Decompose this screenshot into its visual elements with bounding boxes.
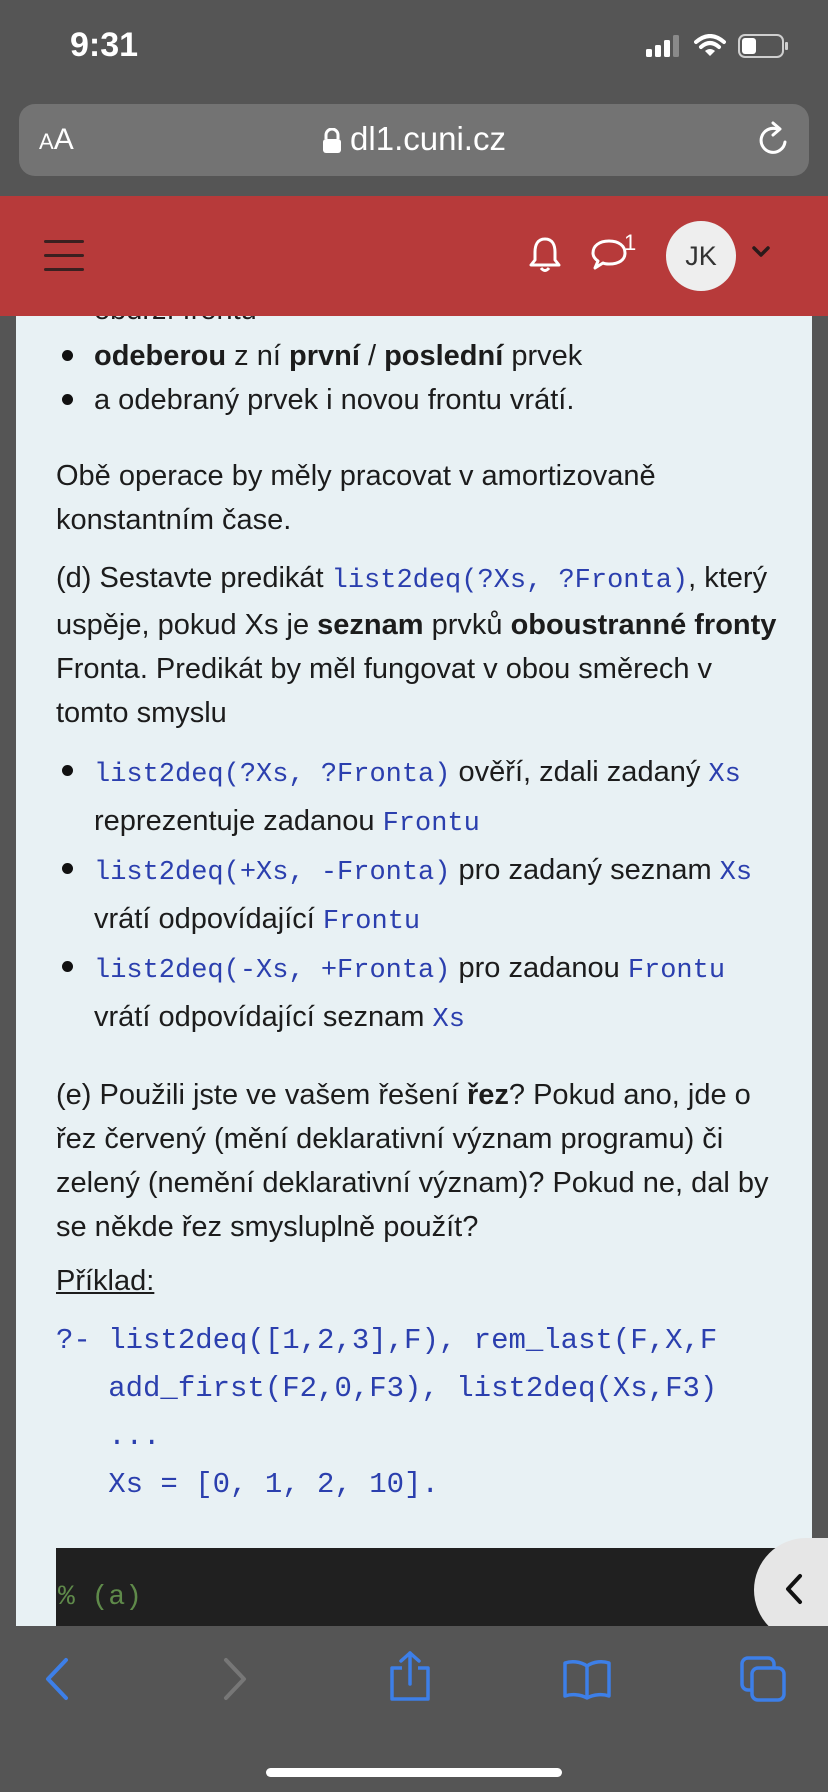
list-item: odeberou z ní první / poslední prvek (56, 334, 786, 378)
home-indicator (266, 1768, 562, 1777)
back-icon[interactable] (42, 1656, 72, 1702)
bold-text: poslední (384, 340, 504, 372)
inline-code: list2deq(?Xs, ?Fronta) (94, 760, 451, 790)
text: vrátí odpovídající (94, 903, 323, 935)
chevron-left-icon (786, 1574, 802, 1604)
page-content: obdrží frontu odeberou z ní první / posl… (16, 316, 812, 1626)
status-time: 9:31 (70, 26, 139, 64)
bold-text: seznam (317, 609, 424, 641)
assignment-text: obdrží frontu odeberou z ní první / posl… (56, 316, 786, 1509)
bell-icon[interactable] (528, 236, 562, 274)
text: pro zadaný seznam (450, 854, 720, 886)
site-header: 1 JK (0, 196, 828, 316)
text: vrátí odpovídající seznam (94, 1001, 433, 1033)
signal-icon (646, 35, 679, 57)
lock-icon (323, 128, 342, 154)
list-item: list2deq(?Xs, ?Fronta) ověří, zdali zada… (56, 749, 786, 847)
battery-icon (738, 34, 788, 58)
code-line: Xs = [0, 1, 2, 10]. (56, 1468, 439, 1501)
paragraph-amortized: Obě operace by měly pracovat v amortizov… (56, 460, 656, 536)
inline-code: list2deq(?Xs, ?Fronta) (331, 566, 689, 596)
text: (d) Sestavte predikát (56, 562, 332, 594)
paragraph-task-d: (d) Sestavte predikát list2deq(?Xs, ?Fro… (56, 556, 786, 735)
inline-code: list2deq(+Xs, -Fronta) (94, 858, 451, 888)
bold-text: odeberou (94, 340, 227, 372)
bold-text: oboustranné fronty (510, 609, 777, 641)
text: pro zadanou (450, 952, 628, 984)
bookmarks-icon[interactable] (562, 1658, 612, 1700)
inline-code: Frontu (627, 956, 726, 986)
inline-code: Frontu (322, 907, 421, 937)
list-item: list2deq(-Xs, +Fronta) pro zadanou Front… (56, 945, 786, 1043)
browser-toolbar (0, 1626, 828, 1792)
address-bar[interactable]: AA dl1.cuni.cz (19, 104, 809, 176)
example-code-block: ?- list2deq([1,2,3],F), rem_last(F,X,F a… (56, 1317, 786, 1509)
chat-icon[interactable] (590, 236, 628, 272)
system-icons (646, 34, 790, 58)
inline-code: Xs (719, 858, 753, 888)
text: (e) Použili jste ve vašem řešení (56, 1079, 467, 1111)
url-domain: dl1.cuni.cz (350, 120, 506, 157)
list-item: a odebraný prvek i novou frontu vrátí. (56, 378, 786, 422)
text: / (359, 340, 385, 372)
url-domain-container: dl1.cuni.cz (19, 120, 809, 158)
code-line: ?- list2deq([1,2,3],F), rem_last(F,X,F (56, 1324, 718, 1357)
text: prvků (423, 609, 511, 641)
inline-code: Xs (432, 1005, 465, 1035)
text: Fronta. Predikát by měl fungovat v obou … (56, 653, 713, 729)
status-bar: 9:31 (0, 0, 828, 98)
solution-code-block: % (a) (56, 1548, 776, 1626)
code-comment: % (a) (58, 1582, 143, 1613)
wifi-icon (694, 34, 726, 56)
example-label: Příklad: (56, 1259, 786, 1303)
text: reprezentuje zadanou (94, 805, 383, 837)
text: a odebraný prvek i novou frontu vrátí. (94, 384, 575, 416)
chevron-down-icon[interactable] (752, 246, 770, 258)
bold-text: řez (466, 1079, 509, 1111)
operations-list: odeberou z ní první / poslední prvek a o… (56, 334, 786, 422)
code-line: ... (56, 1420, 161, 1453)
partial-list-item: obdrží frontu (56, 316, 786, 334)
inline-code: Frontu (382, 809, 480, 839)
text: ověří, zdali zadaný (450, 756, 709, 788)
share-icon[interactable] (388, 1650, 432, 1702)
code-line: add_first(F2,0,F3), list2deq(Xs,F3) (56, 1372, 718, 1405)
reload-icon[interactable] (755, 120, 791, 158)
paragraph-task-e: (e) Použili jste ve vašem řešení řez? Po… (56, 1073, 786, 1249)
menu-icon[interactable] (44, 240, 84, 282)
text: z ní (226, 340, 289, 372)
inline-code: list2deq(-Xs, +Fronta) (94, 956, 451, 986)
inline-code: Xs (708, 760, 741, 790)
bold-text: první (288, 340, 360, 372)
predicate-modes-list: list2deq(?Xs, ?Fronta) ověří, zdali zada… (56, 749, 786, 1043)
partial-item-text: obdrží frontu (94, 316, 257, 332)
message-count-badge: 1 (624, 230, 637, 255)
forward-icon[interactable] (220, 1656, 250, 1702)
tabs-icon[interactable] (740, 1656, 786, 1702)
text: prvek (503, 340, 583, 372)
list-item: list2deq(+Xs, -Fronta) pro zadaný seznam… (56, 847, 786, 945)
avatar[interactable]: JK (666, 221, 736, 291)
example-label-text: Příklad: (56, 1265, 155, 1297)
